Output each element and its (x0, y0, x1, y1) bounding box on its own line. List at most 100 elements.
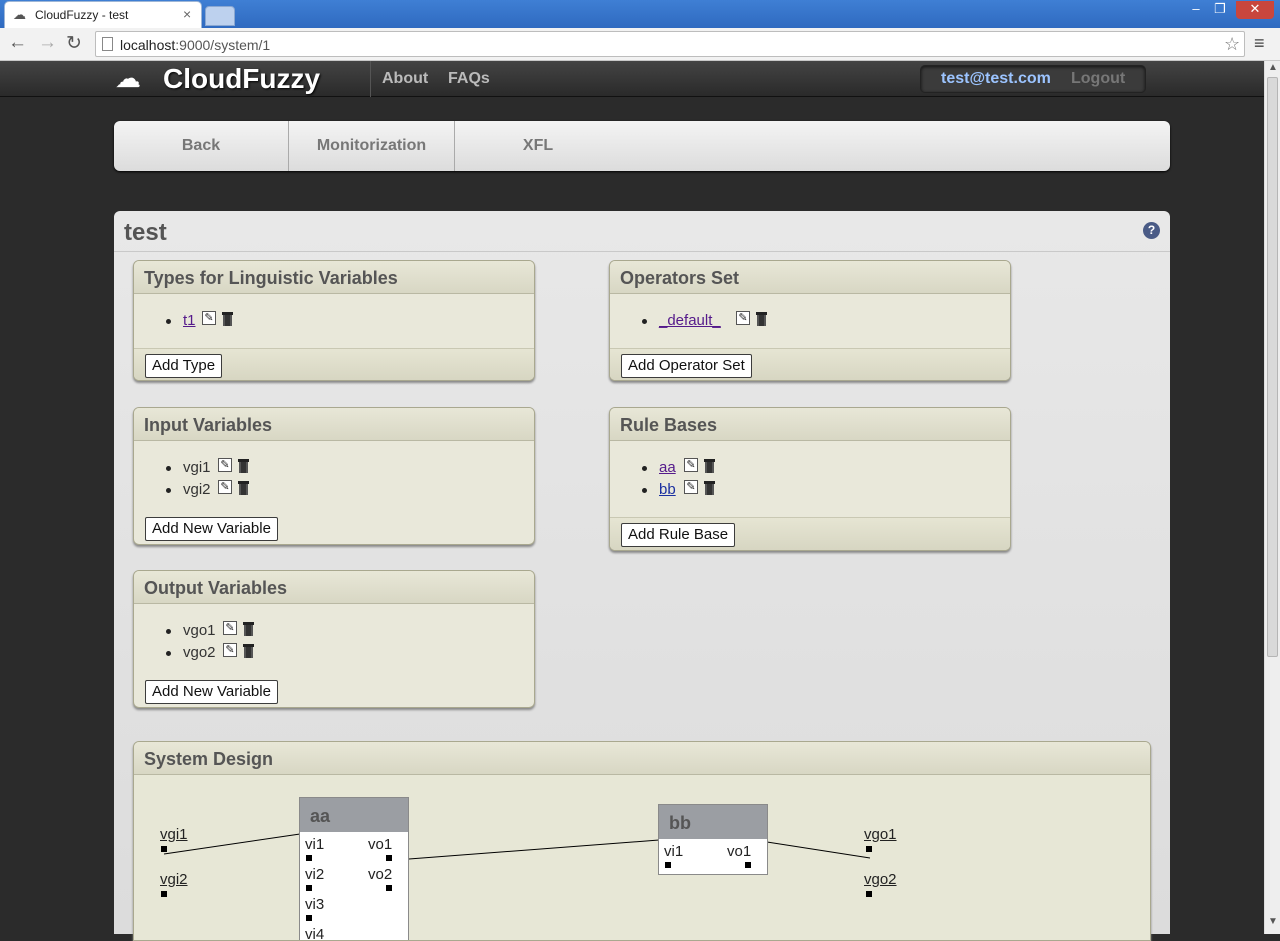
add-input-variable-button[interactable]: Add New Variable (145, 517, 278, 541)
scroll-thumb[interactable] (1267, 77, 1278, 657)
system-title: test (124, 219, 167, 246)
design-input-label[interactable]: vgi1 (160, 826, 188, 843)
tab-close-icon[interactable]: × (183, 6, 191, 22)
forward-arrow-icon[interactable]: → (38, 32, 57, 54)
trash-icon[interactable] (238, 480, 249, 495)
pencil-icon[interactable]: ✎ (736, 311, 750, 325)
port-dot[interactable] (866, 891, 872, 897)
system-panel: test ? Types for Linguistic Variables t1… (114, 211, 1170, 941)
input-variables-title: Input Variables (144, 415, 273, 435)
output-variables-box: Output Variables vgo1 ✎ vgo2 ✎ Add New V… (133, 570, 535, 708)
nav-about[interactable]: About (382, 70, 428, 88)
add-operator-set-button[interactable]: Add Operator Set (621, 354, 752, 378)
user-box: test@test.com Logout (920, 65, 1146, 93)
browser-tab[interactable]: ☁ CloudFuzzy - test × (4, 1, 202, 28)
port-dot[interactable] (745, 862, 751, 868)
input-variables-box: Input Variables vgi1 ✎ vgi2 ✎ Add New Va… (133, 407, 535, 545)
back-button[interactable]: Back (114, 121, 289, 171)
page-scrollbar[interactable]: ▲ ▼ (1264, 61, 1280, 934)
minimize-icon[interactable]: – (1186, 1, 1206, 19)
port-dot[interactable] (665, 862, 671, 868)
app-header: ☁ CloudFuzzy About FAQs test@test.com Lo… (0, 61, 1264, 97)
module-input-port: vi1 (664, 843, 684, 860)
port-dot[interactable] (386, 885, 392, 891)
action-bar: Back Monitorization XFL (114, 121, 1170, 171)
rule-base-link[interactable]: aa (659, 459, 676, 476)
module-input-port: vi2 (305, 866, 325, 883)
page-icon (102, 37, 113, 51)
module-title: aa (310, 806, 331, 826)
trash-icon[interactable] (704, 458, 715, 473)
port-dot[interactable] (161, 846, 167, 852)
scroll-up-icon[interactable]: ▲ (1268, 62, 1278, 73)
add-type-button[interactable]: Add Type (145, 354, 223, 378)
pencil-icon[interactable]: ✎ (202, 311, 216, 325)
trash-icon[interactable] (243, 643, 254, 658)
system-design-box: System Design vgi1 vgi2 vgo1 vgo2 aa vi1 (133, 741, 1151, 941)
trash-icon[interactable] (243, 621, 254, 636)
output-variable-label: vgo1 (183, 622, 216, 639)
operators-box: Operators Set _default_ ✎ Add Operator S… (609, 260, 1011, 381)
module-aa[interactable]: aa vi1 vi2 vi3 vi4 vo1 vo2 (299, 797, 409, 940)
browser-toolbar: ← → ↻ localhost:9000/system/1 ☆ ≡ (0, 28, 1280, 61)
port-dot[interactable] (306, 855, 312, 861)
address-bar[interactable]: localhost:9000/system/1 ☆ (95, 31, 1245, 57)
back-arrow-icon[interactable]: ← (8, 32, 27, 54)
module-title: bb (669, 813, 691, 833)
monitorization-button[interactable]: Monitorization (289, 121, 455, 171)
rule-base-link[interactable]: bb (659, 481, 676, 498)
port-dot[interactable] (161, 891, 167, 897)
help-icon[interactable]: ? (1143, 222, 1160, 239)
pencil-icon[interactable]: ✎ (223, 643, 237, 657)
trash-icon[interactable] (704, 480, 715, 495)
trash-icon[interactable] (222, 311, 233, 326)
port-dot[interactable] (306, 915, 312, 921)
pencil-icon[interactable]: ✎ (218, 458, 232, 472)
tab-title: CloudFuzzy - test (35, 8, 129, 22)
title-divider (114, 251, 1170, 252)
module-input-port: vi1 (305, 836, 325, 853)
port-dot[interactable] (866, 846, 872, 852)
pencil-icon[interactable]: ✎ (684, 480, 698, 494)
system-design-title: System Design (144, 749, 274, 769)
reload-icon[interactable]: ↻ (66, 32, 82, 55)
add-output-variable-button[interactable]: Add New Variable (145, 680, 278, 704)
browser-titlebar: ☁ CloudFuzzy - test × – ❐ ✕ (0, 0, 1280, 28)
bookmark-star-icon[interactable]: ☆ (1224, 34, 1240, 55)
restore-icon[interactable]: ❐ (1210, 1, 1230, 19)
port-dot[interactable] (306, 885, 312, 891)
nav-faqs[interactable]: FAQs (448, 70, 490, 88)
user-email[interactable]: test@test.com (941, 70, 1051, 88)
scroll-down-icon[interactable]: ▼ (1268, 916, 1278, 927)
module-bb[interactable]: bb vi1 vo1 (658, 804, 768, 875)
design-output-label[interactable]: vgo1 (864, 826, 897, 843)
window-close-icon[interactable]: ✕ (1236, 1, 1274, 19)
design-input-label[interactable]: vgi2 (160, 871, 188, 888)
rule-bases-box: Rule Bases aa ✎ bb ✎ Add Rule Base (609, 407, 1011, 551)
rule-bases-title: Rule Bases (620, 415, 718, 435)
pencil-icon[interactable]: ✎ (223, 621, 237, 635)
new-tab-button[interactable] (205, 6, 235, 26)
nav-divider (370, 61, 371, 97)
xfl-button[interactable]: XFL (455, 121, 621, 171)
connections (163, 833, 871, 860)
output-variable-label: vgo2 (183, 644, 216, 661)
operators-title: Operators Set (620, 268, 740, 288)
types-title: Types for Linguistic Variables (144, 268, 398, 288)
input-variable-label: vgi1 (183, 459, 211, 476)
browser-menu-icon[interactable]: ≡ (1254, 33, 1265, 54)
operator-set-link[interactable]: _default_ (659, 312, 721, 329)
pencil-icon[interactable]: ✎ (218, 480, 232, 494)
logout-link[interactable]: Logout (1071, 70, 1125, 88)
design-canvas[interactable]: vgi1 vgi2 vgo1 vgo2 aa vi1 vi2 vi3 vi4 v… (134, 776, 1150, 940)
brand-name[interactable]: CloudFuzzy (163, 63, 320, 95)
design-output-label[interactable]: vgo2 (864, 871, 897, 888)
trash-icon[interactable] (756, 311, 767, 326)
cloud-logo-icon: ☁ (115, 63, 141, 93)
trash-icon[interactable] (238, 458, 249, 473)
add-rule-base-button[interactable]: Add Rule Base (621, 523, 736, 547)
pencil-icon[interactable]: ✎ (684, 458, 698, 472)
module-output-port: vo1 (368, 836, 393, 853)
port-dot[interactable] (386, 855, 392, 861)
type-link[interactable]: t1 (183, 312, 196, 329)
